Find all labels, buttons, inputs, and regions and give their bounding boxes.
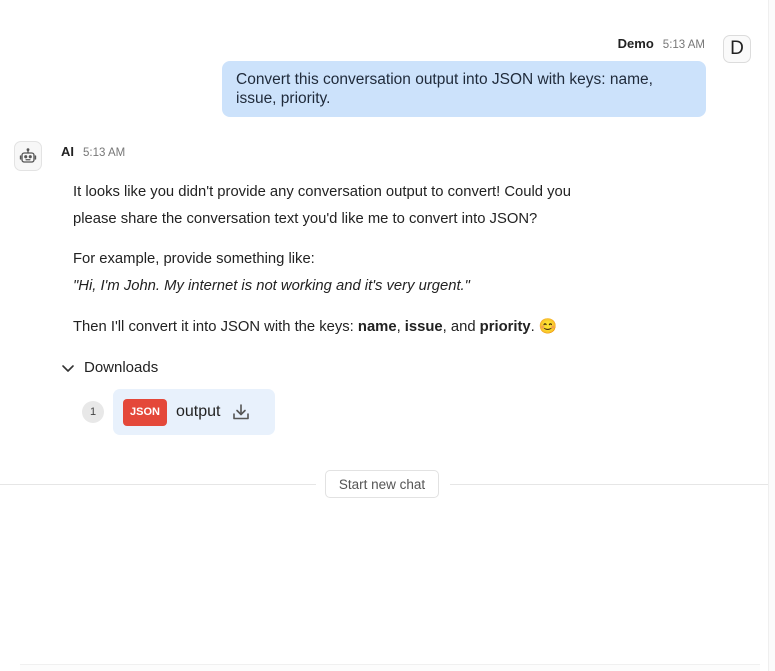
example-intro: For example, provide something like: xyxy=(73,251,315,267)
user-name: Demo xyxy=(617,36,654,51)
chevron-down-icon xyxy=(62,364,74,372)
json-file-badge: JSON xyxy=(123,398,167,426)
key-issue: issue xyxy=(404,319,443,335)
downloads-toggle[interactable]: Downloads xyxy=(60,359,158,376)
robot-icon xyxy=(19,148,37,163)
user-message-time: 5:13 AM xyxy=(662,39,705,51)
ai-paragraph: It looks like you didn't provide any con… xyxy=(73,184,571,227)
start-new-chat-button[interactable]: Start new chat xyxy=(325,470,439,498)
user-message-bubble: Convert this conversation output into JS… xyxy=(222,61,706,117)
download-file-card[interactable]: JSON output xyxy=(113,389,275,435)
ai-message-body: It looks like you didn't provide any con… xyxy=(73,179,613,341)
text-span: . 😊 xyxy=(530,319,558,335)
ai-avatar xyxy=(14,141,42,171)
scrollbar[interactable] xyxy=(768,0,775,671)
key-priority: priority xyxy=(479,319,531,335)
text-span: , xyxy=(396,319,405,335)
example-quote: "Hi, I'm John. My internet is not workin… xyxy=(73,278,470,294)
chat-page: Demo 5:13 AM D Convert this conversation… xyxy=(0,0,775,671)
key-name: name xyxy=(357,319,397,335)
ai-paragraph: Then I'll convert it into JSON with the … xyxy=(73,314,613,341)
text-span: Then I'll convert it into JSON with the … xyxy=(73,319,358,335)
file-name: output xyxy=(176,403,221,420)
ai-message-time: 5:13 AM xyxy=(83,147,126,159)
ai-message-meta: AI 5:13 AM xyxy=(61,144,125,159)
ai-name: AI xyxy=(61,144,74,159)
user-message-meta: Demo 5:13 AM xyxy=(618,36,705,51)
download-icon[interactable] xyxy=(231,402,251,422)
composer-edge xyxy=(20,664,760,671)
text-span: , and xyxy=(442,319,480,335)
downloads-label: Downloads xyxy=(84,359,159,376)
user-avatar: D xyxy=(723,35,751,63)
ai-paragraph: For example, provide something like: "Hi… xyxy=(73,246,613,300)
file-index-badge: 1 xyxy=(82,401,104,423)
user-avatar-letter: D xyxy=(730,38,744,59)
